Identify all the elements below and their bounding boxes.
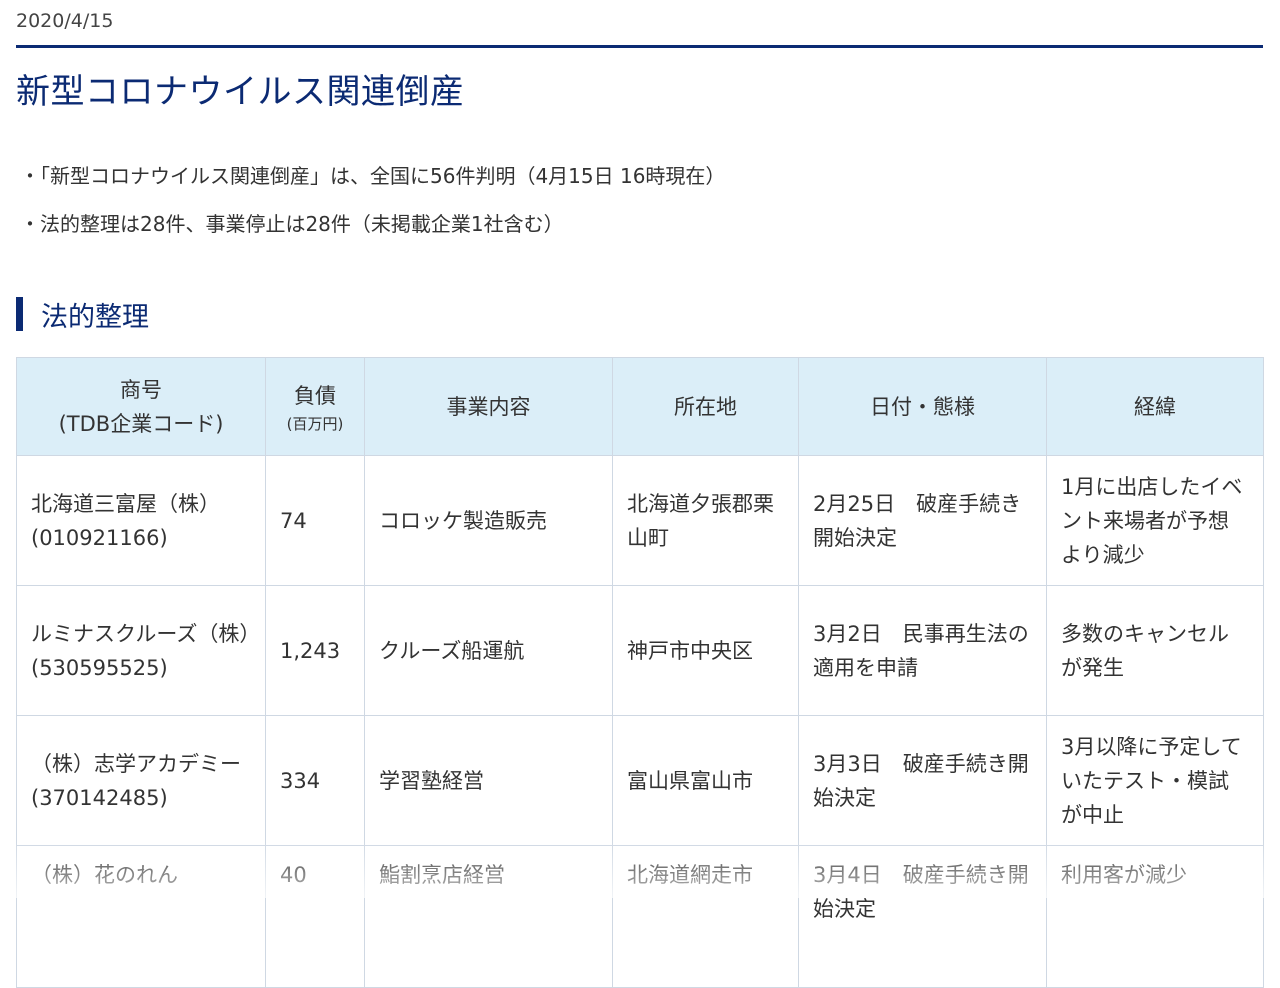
header-debt: 負債 (百万円) [265, 357, 365, 456]
cell-debt: 74 [265, 455, 365, 586]
header-company: 商号 (TDB企業コード) [16, 357, 266, 456]
cell-reason: 3月以降に予定していたテスト・模試が中止 [1046, 715, 1264, 846]
section-marker [16, 297, 23, 331]
cell-business: クルーズ船運航 [364, 585, 613, 716]
cell-date-status: 3月4日 破産手続き開始決定 [798, 845, 1047, 988]
header-debt-label: 負債 [294, 383, 336, 408]
cell-reason: 利用客が減少 [1046, 845, 1264, 988]
company-code: (010921166) [31, 525, 168, 550]
cell-debt: 334 [265, 715, 365, 846]
cell-location: 北海道夕張郡栗山町 [612, 455, 799, 586]
section-heading: 法的整理 [16, 296, 149, 333]
section-title: 法的整理 [41, 301, 149, 333]
title-divider [16, 45, 1263, 48]
cell-reason: 多数のキャンセルが発生 [1046, 585, 1264, 716]
publish-date: 2020/4/15 [16, 10, 114, 32]
cell-location: 神戸市中央区 [612, 585, 799, 716]
cell-date-status: 2月25日 破産手続き開始決定 [798, 455, 1047, 586]
cell-debt: 40 [265, 845, 365, 988]
cell-date-status: 3月2日 民事再生法の適用を申請 [798, 585, 1047, 716]
cell-company: ルミナスクルーズ（株） (530595525) [16, 585, 266, 716]
company-name: 北海道三富屋（株） [31, 491, 220, 516]
cell-company: （株）花のれん [16, 845, 266, 988]
cell-reason: 1月に出店したイベント来場者が予想より減少 [1046, 455, 1264, 586]
company-name: （株）志学アカデミー [31, 751, 241, 776]
summary-item: ・法的整理は28件、事業停止は28件（未掲載企業1社含む） [20, 212, 564, 236]
header-reason: 経緯 [1046, 357, 1264, 456]
company-name: （株）花のれん [31, 863, 178, 887]
cell-company: 北海道三富屋（株） (010921166) [16, 455, 266, 586]
header-company-label: 商号 [120, 377, 162, 402]
header-business: 事業内容 [364, 357, 613, 456]
company-name: ルミナスクルーズ（株） [31, 621, 261, 646]
bankruptcy-table: 商号 (TDB企業コード) 負債 (百万円) 事業内容 所在地 日付・態様 経緯… [16, 357, 1264, 988]
cell-business: 鮨割烹店経営 [364, 845, 613, 988]
summary-list: ・「新型コロナウイルス関連倒産」は、全国に56件判明（4月15日 16時現在） … [20, 152, 725, 248]
header-debt-unit: (百万円) [286, 414, 344, 433]
cell-debt: 1,243 [265, 585, 365, 716]
cell-business: 学習塾経営 [364, 715, 613, 846]
cell-business: コロッケ製造販売 [364, 455, 613, 586]
cell-date-status: 3月3日 破産手続き開始決定 [798, 715, 1047, 846]
header-location: 所在地 [612, 357, 799, 456]
company-code: (370142485) [31, 785, 168, 810]
table-row: （株）志学アカデミー (370142485) 334 学習塾経営 富山県富山市 … [16, 715, 1264, 846]
page-title: 新型コロナウイルス関連倒産 [16, 72, 465, 112]
table-row: （株）花のれん 40 鮨割烹店経営 北海道網走市 3月4日 破産手続き開始決定 … [16, 845, 1264, 988]
cell-location: 北海道網走市 [612, 845, 799, 988]
table-header-row: 商号 (TDB企業コード) 負債 (百万円) 事業内容 所在地 日付・態様 経緯 [16, 357, 1264, 456]
table-row: 北海道三富屋（株） (010921166) 74 コロッケ製造販売 北海道夕張郡… [16, 455, 1264, 586]
summary-item: ・「新型コロナウイルス関連倒産」は、全国に56件判明（4月15日 16時現在） [20, 164, 726, 188]
cell-company: （株）志学アカデミー (370142485) [16, 715, 266, 846]
header-date-status: 日付・態様 [798, 357, 1047, 456]
table-row: ルミナスクルーズ（株） (530595525) 1,243 クルーズ船運航 神戸… [16, 585, 1264, 716]
header-company-sub: (TDB企業コード) [58, 411, 224, 436]
company-code: (530595525) [31, 655, 168, 680]
cell-location: 富山県富山市 [612, 715, 799, 846]
